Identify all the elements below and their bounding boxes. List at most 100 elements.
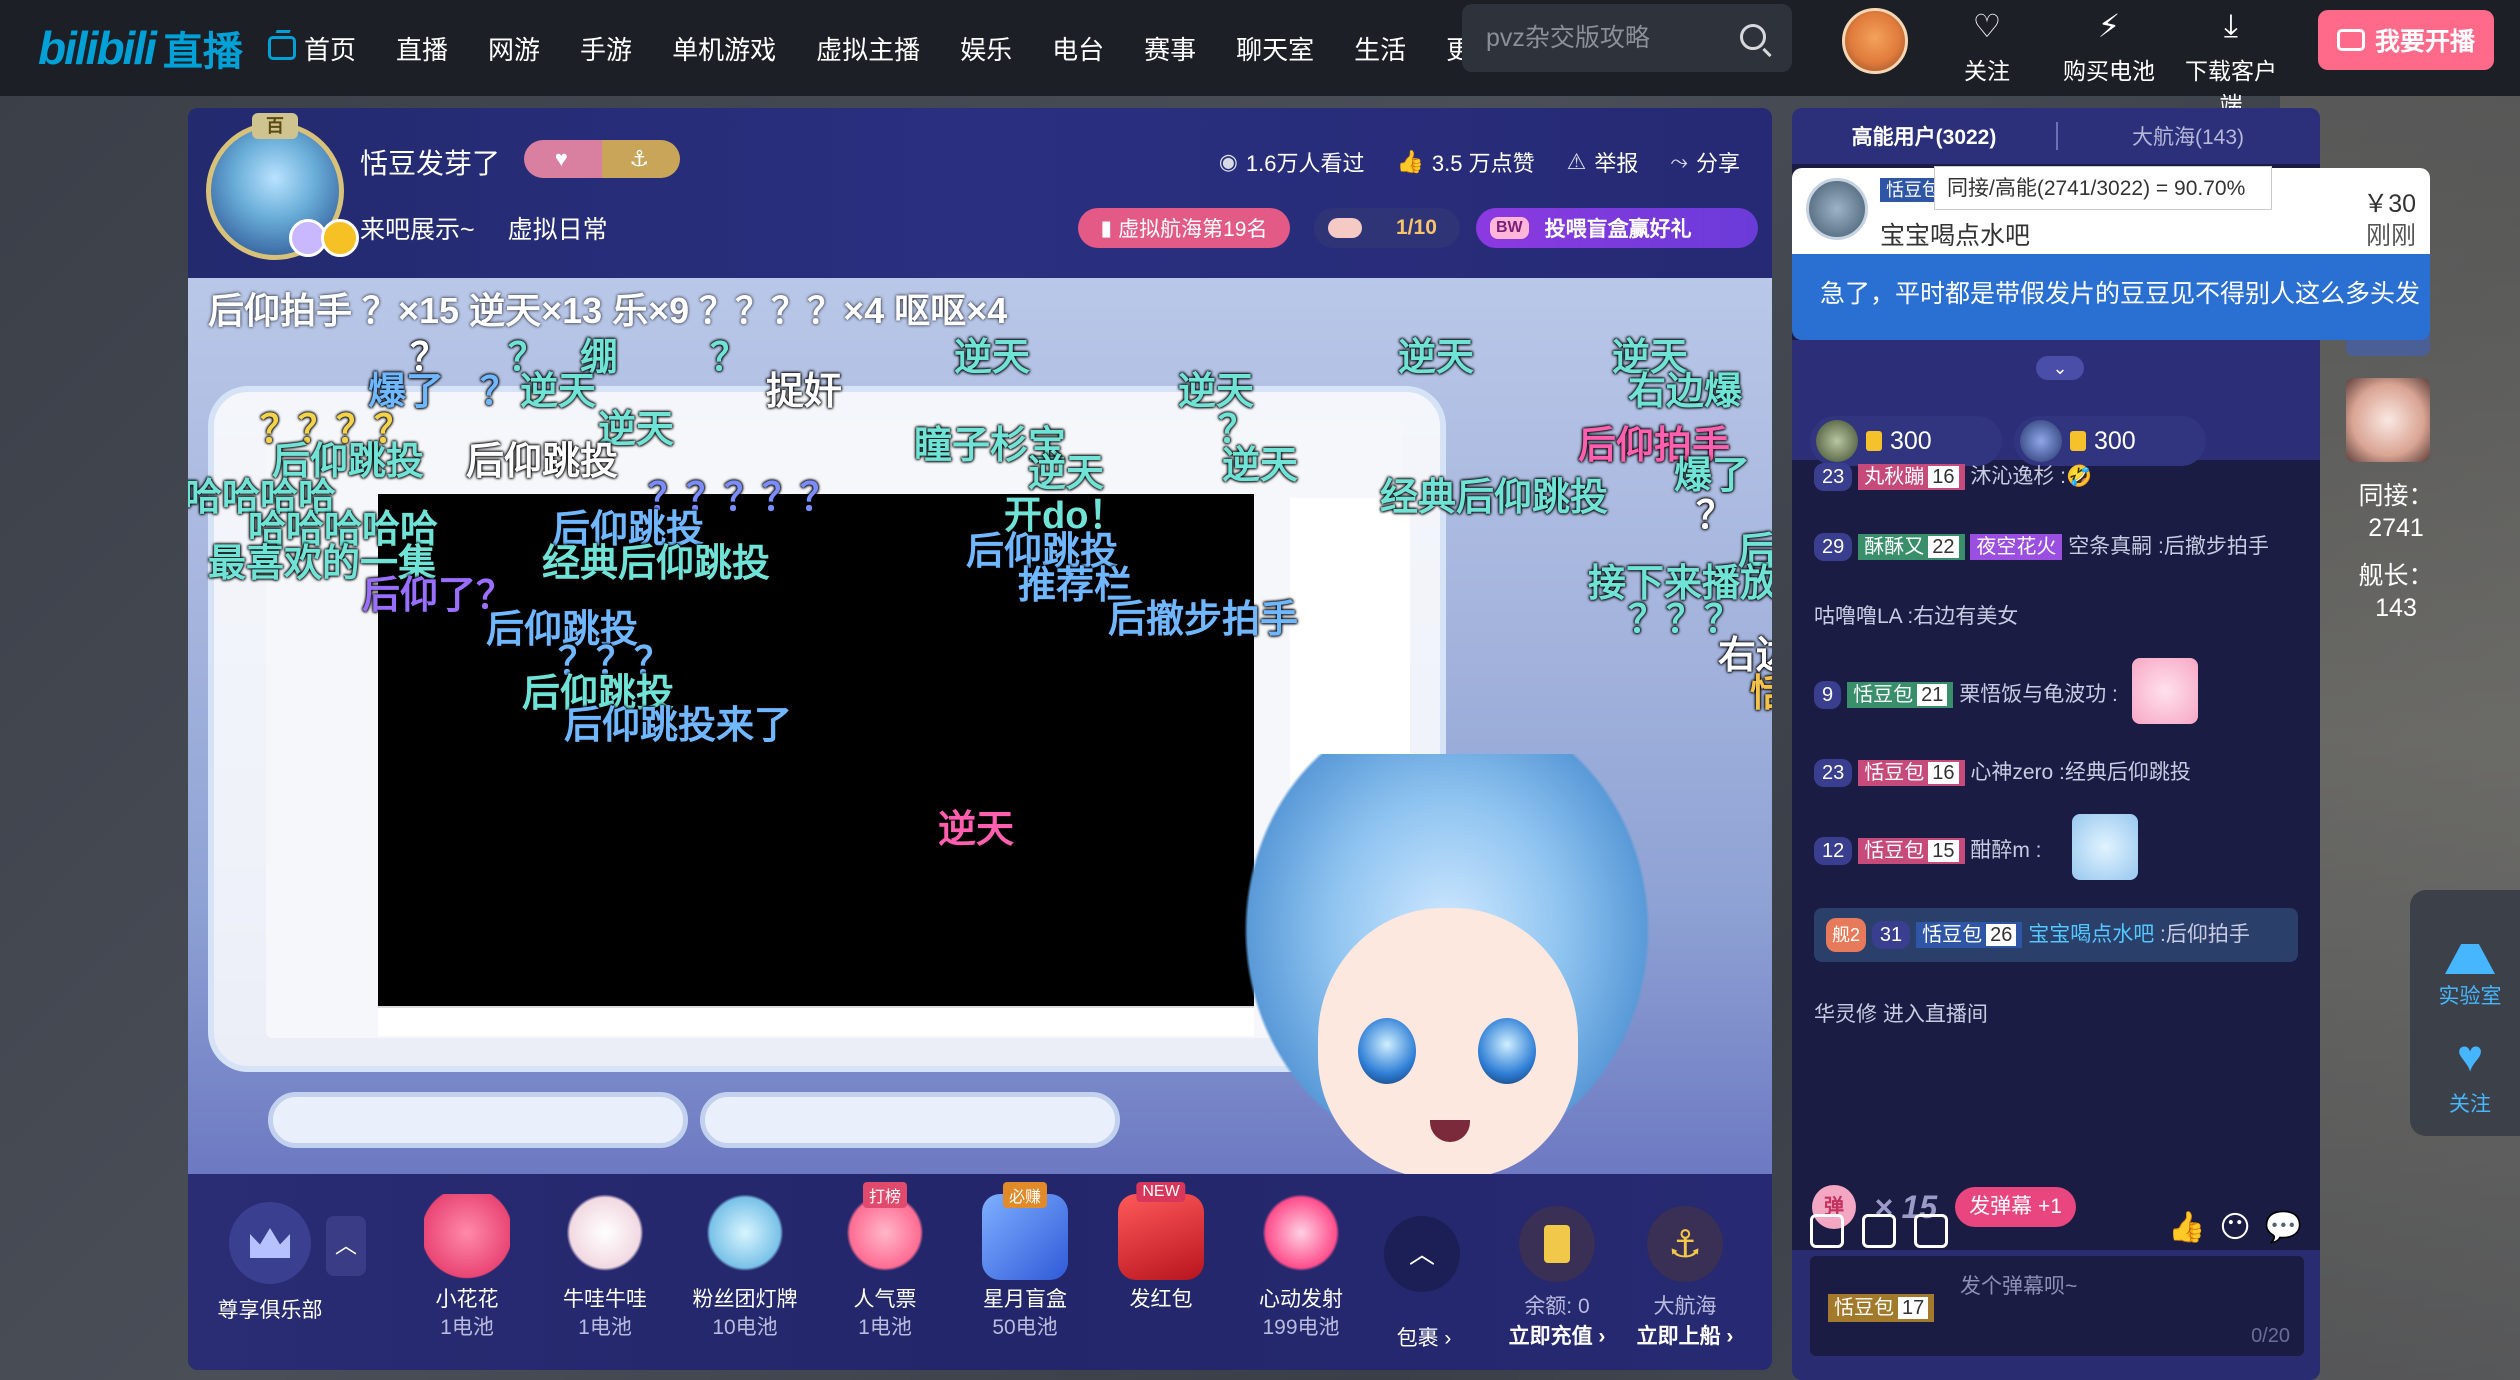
go-live-button[interactable]: 我要开播 <box>2318 10 2494 70</box>
guard-avatar[interactable] <box>2346 378 2430 462</box>
nav-item-radio[interactable]: 电台 <box>1032 30 1124 67</box>
chat-message[interactable]: 咕噜噜LA :右边有美女 <box>1814 600 2298 634</box>
nav-item-mobile-games[interactable]: 手游 <box>560 30 652 67</box>
chat-message-text: 空条真嗣 :后撤步拍手 <box>2068 535 2269 558</box>
gift-item[interactable]: 小花花 1电池 <box>402 1194 532 1342</box>
lab-button[interactable]: 实验室 <box>2420 924 2520 1010</box>
fan-medal-level: 17 <box>1898 1297 1929 1319</box>
chat-message-highlight[interactable]: 舰2 31 恬豆包 26 宝宝喝点水吧 :后仰拍手 <box>1814 908 2298 962</box>
chat-bubble-reaction-icon[interactable]: 💬 <box>2265 1210 2302 1245</box>
stream-header: 百 恬豆发芽了 ♥ ⚓ 来吧展示~ 虚拟日常 ◉ 1.6万人看过 👍 3.5 万点赞… <box>188 108 1772 278</box>
chat-message[interactable]: 23 丸秋蹦 16 沐沁逸杉 :🤣 <box>1814 460 2298 494</box>
top-rank-user[interactable]: 300 <box>2014 416 2206 466</box>
emoticon-icon[interactable] <box>1810 1214 1844 1248</box>
user-avatar[interactable] <box>1842 8 1908 74</box>
gift-item[interactable]: NEW 发红包 <box>1096 1182 1226 1314</box>
blind-box-gift-pill[interactable]: BW 投喂盲盒赢好礼 <box>1476 208 1758 248</box>
anchor-avatar[interactable]: 百 <box>206 113 359 260</box>
anchor-area-tag[interactable]: 虚拟日常 <box>508 216 608 244</box>
nav-item-label: 聊天室 <box>1236 34 1315 65</box>
anchor-name[interactable]: 恬豆发芽了 <box>360 142 500 182</box>
nav-item-esports[interactable]: 赛事 <box>1124 30 1216 67</box>
viewers-count: 1.6万人看过 <box>1245 151 1365 176</box>
flask-icon <box>2445 924 2495 974</box>
recharge-button[interactable]: 余额: 0 立即充值 › <box>1502 1206 1612 1350</box>
nav-item-label: 首页 <box>304 34 357 65</box>
nav-item-home[interactable]: 首页 <box>248 30 376 67</box>
gift-name: 心动发射 <box>1259 1288 1343 1311</box>
report-label: 举报 <box>1594 151 1639 176</box>
audience-tabs: 高能用户(3022) 大航海(143) <box>1792 108 2320 164</box>
settings-icon[interactable] <box>1862 1214 1896 1248</box>
package-link[interactable]: 包裹 › <box>1384 1322 1464 1352</box>
gift-name: 人气票 <box>853 1288 917 1311</box>
search-input[interactable] <box>1486 23 1726 53</box>
tab-voyage[interactable]: 大航海(143) <box>2056 121 2320 151</box>
live-video[interactable]: 后仰拍手 ？×15 逆天×13 乐×9 ？？？？×4 呕呕×4 ？？绷？逆天 逆天… <box>188 278 1772 1174</box>
fan-medal-name: 恬豆包 <box>1864 762 1925 784</box>
nav-item-single-games[interactable]: 单机游戏 <box>652 30 796 67</box>
crown-icon <box>229 1202 311 1284</box>
blind-box-progress[interactable]: 1/10 <box>1314 208 1460 248</box>
expand-up-button[interactable]: ︿ <box>326 1216 366 1276</box>
buy-battery-button[interactable]: ⚡ 购买电池 <box>2054 6 2164 86</box>
share-button[interactable]: ⤳ 分享 <box>1670 146 1740 178</box>
nav-item-live[interactable]: 直播 <box>376 30 468 67</box>
nav-item-chatroom[interactable]: 聊天室 <box>1216 30 1334 67</box>
board-ship-button[interactable]: ⚓ 大航海 立即上船 › <box>1630 1206 1740 1350</box>
top-rank-user[interactable]: 300 <box>1810 416 2002 466</box>
heart-icon: ♥ <box>554 146 568 171</box>
danmaku-input-box: 恬豆包17 0/20 <box>1810 1256 2304 1356</box>
balance-label: 余额: 0 <box>1524 1295 1590 1318</box>
anchor-tag[interactable]: 来吧展示~ <box>360 216 475 244</box>
gift-item[interactable]: 必赚 星月盲盒 50电池 <box>960 1182 1090 1342</box>
download-client-button[interactable]: ⤓ 下载客户端 <box>2176 6 2286 120</box>
report-button[interactable]: ⚠ 举报 <box>1567 146 1639 178</box>
nav-item-label: 生活 <box>1354 34 1407 65</box>
gift-item[interactable]: 打榜 人气票 1电池 <box>820 1182 950 1342</box>
chat-username[interactable]: 宝宝喝点水吧 <box>2028 923 2154 946</box>
face-reaction-icon[interactable]: 😶 <box>2219 1210 2250 1245</box>
gift-item[interactable]: 心动发射 199电池 <box>1236 1194 1366 1342</box>
likes-stat[interactable]: 👍 3.5 万点赞 <box>1397 146 1535 178</box>
search-icon[interactable] <box>1740 24 1766 50</box>
chat-message[interactable]: 29 酥酥又 22 夜空花火 空条真嗣 :后撤步拍手 <box>1814 530 2298 564</box>
nav-item-label: 电台 <box>1052 34 1105 65</box>
fan-medal: 恬豆包 15 <box>1858 838 1965 864</box>
chat-message[interactable]: 23 恬豆包 16 心神zero :经典后仰跳投 <box>1814 756 2298 790</box>
fan-medal-name: 恬豆包 <box>1853 684 1914 706</box>
nav-item-life[interactable]: 生活 <box>1334 30 1426 67</box>
bilibili-live-logo[interactable]: bilibili 直播 <box>38 18 243 78</box>
recharge-label: 立即充值 › <box>1508 1325 1606 1348</box>
buy-battery-label: 购买电池 <box>2063 58 2155 84</box>
share-label: 分享 <box>1695 151 1740 176</box>
nav-item-entertainment[interactable]: 娱乐 <box>940 30 1032 67</box>
heart-icon: ♥ <box>2456 1032 2484 1081</box>
thumbs-up-reaction-icon[interactable]: 👍 <box>2168 1210 2205 1245</box>
send-plus-one-button[interactable]: 发弹幕 +1 <box>1955 1187 2076 1227</box>
gift-item[interactable]: 牛哇牛哇 1电池 <box>540 1194 670 1342</box>
gift-item[interactable]: 粉丝团灯牌 10电池 <box>680 1194 810 1342</box>
nav-item-online-games[interactable]: 网游 <box>468 30 560 67</box>
package-expand-button[interactable]: ︿ <box>1384 1216 1460 1292</box>
current-fan-medal[interactable]: 恬豆包 17 <box>1828 1294 1935 1322</box>
collapse-down-button[interactable]: ⌄ <box>2036 356 2084 380</box>
chat-message[interactable]: 12 恬豆包 15 酣醉m : <box>1814 814 2298 880</box>
nav-item-vtuber[interactable]: 虚拟主播 <box>796 30 940 67</box>
side-follow-button[interactable]: ♥ 关注 <box>2420 1032 2520 1118</box>
follow-nav-button[interactable]: ♡ 关注 <box>1932 6 2042 86</box>
superchat-text: 急了，平时都是带假发片的豆豆见不得别人这么多头发 <box>1792 254 2430 340</box>
likes-count: 3.5 万点赞 <box>1431 151 1535 176</box>
voyage-rank-pill[interactable]: ▮ 虚拟航海第19名 <box>1078 208 1290 248</box>
lightning-badge-icon <box>321 219 359 257</box>
fan-club-badge[interactable]: ♥ ⚓ <box>524 140 680 178</box>
gift-name: 星月盲盒 <box>983 1288 1067 1311</box>
danmaku-input[interactable] <box>1960 1270 2290 1340</box>
top-navbar: bilibili 直播 首页 直播 网游 手游 单机游戏 虚拟主播 娱乐 电台 … <box>0 0 2520 118</box>
logo-bili-text: bilibili <box>38 22 157 74</box>
tab-high-energy-users[interactable]: 高能用户(3022) <box>1792 121 2056 151</box>
premium-club-button[interactable]: 尊享俱乐部 <box>208 1202 332 1324</box>
chat-message[interactable]: 9 恬豆包 21 栗悟饭与龟波功 : <box>1814 658 2298 724</box>
fan-medal-name: 恬豆包 <box>1922 924 1983 946</box>
danmaku-style-icon[interactable] <box>1914 1214 1948 1248</box>
